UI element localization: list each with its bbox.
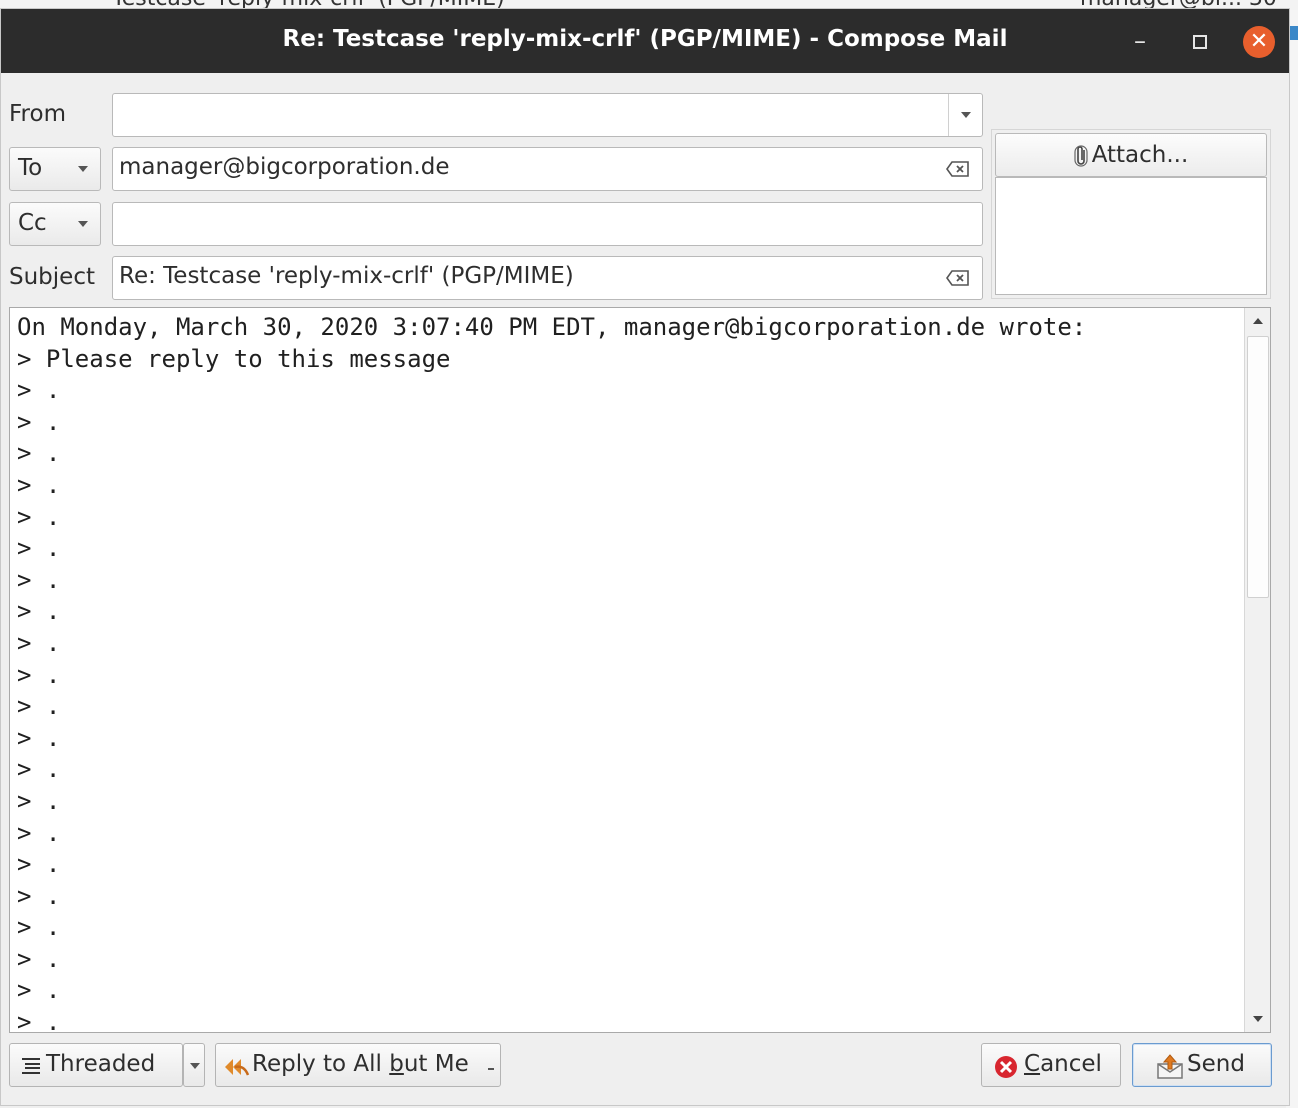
body-line: > Please reply to this message — [17, 344, 451, 373]
send-label: Send — [1187, 1051, 1245, 1077]
reply-all-mnemonic: b — [389, 1051, 404, 1077]
close-button[interactable]: ✕ — [1243, 26, 1275, 58]
body-line: > . — [17, 660, 61, 689]
body-line: > . — [17, 913, 61, 942]
from-label: From — [9, 101, 66, 127]
body-line: > . — [17, 439, 61, 468]
subject-label: Subject — [9, 264, 95, 290]
compose-window: Re: Testcase 'reply-mix-crlf' (PGP/MIME)… — [0, 8, 1290, 1106]
chevron-down-icon — [190, 1063, 200, 1069]
subject-value: Re: Testcase 'reply-mix-crlf' (PGP/MIME) — [119, 263, 574, 289]
attach-button[interactable]: Attach... — [995, 133, 1267, 177]
threaded-button[interactable]: Threaded — [9, 1043, 183, 1087]
body-line: > . — [17, 944, 61, 973]
from-combo[interactable] — [112, 93, 983, 137]
cc-type-combo[interactable]: Cc — [9, 202, 101, 246]
body-line: > . — [17, 597, 61, 626]
cc-type-label: Cc — [18, 210, 47, 236]
reply-all-label-end: ut Me — [403, 1051, 469, 1077]
chevron-down-icon — [78, 166, 88, 172]
body-line: > . — [17, 502, 61, 531]
minimize-button[interactable]: – — [1125, 26, 1155, 56]
body-line: > . — [17, 786, 61, 815]
body-line: > . — [17, 723, 61, 752]
reply-all-icon — [225, 1059, 250, 1076]
message-body-text[interactable]: On Monday, March 30, 2020 3:07:40 PM EDT… — [17, 312, 1242, 1033]
reply-all-label-start: Reply to All — [252, 1051, 390, 1077]
to-type-combo[interactable]: To — [9, 147, 101, 191]
chevron-down-icon — [961, 112, 971, 118]
clear-text-icon[interactable] — [946, 270, 970, 286]
cancel-mnemonic: C — [1024, 1051, 1041, 1077]
threaded-dropdown-button[interactable] — [183, 1043, 205, 1087]
clear-text-icon[interactable] — [946, 161, 970, 177]
scroll-down-icon[interactable] — [1253, 1016, 1263, 1022]
message-body-editor[interactable]: On Monday, March 30, 2020 3:07:40 PM EDT… — [9, 307, 1271, 1033]
body-line: > . — [17, 565, 61, 594]
send-button[interactable]: Send — [1132, 1043, 1272, 1087]
scroll-up-icon[interactable] — [1253, 318, 1263, 324]
body-line: > . — [17, 470, 61, 499]
maximize-button[interactable] — [1185, 26, 1215, 56]
threaded-label: Threaded — [46, 1051, 156, 1077]
body-line: > . — [17, 534, 61, 563]
attach-label: Attach... — [1091, 142, 1189, 168]
to-value: manager@bigcorporation.de — [119, 154, 450, 180]
body-line: > . — [17, 692, 61, 721]
scrollbar-thumb[interactable] — [1247, 336, 1269, 598]
from-dropdown-button[interactable] — [948, 94, 982, 136]
title-bar[interactable]: Re: Testcase 'reply-mix-crlf' (PGP/MIME)… — [1, 9, 1289, 73]
dropdown-indicator-icon — [488, 1068, 494, 1070]
body-line: > . — [17, 881, 61, 910]
body-line: > . — [17, 818, 61, 847]
threaded-list-icon — [22, 1058, 40, 1074]
cancel-label-rest: ancel — [1040, 1051, 1102, 1077]
body-line: > . — [17, 628, 61, 657]
send-icon — [1157, 1054, 1183, 1079]
body-line: > . — [17, 1008, 61, 1033]
chevron-down-icon — [78, 221, 88, 227]
subject-field[interactable]: Re: Testcase 'reply-mix-crlf' (PGP/MIME) — [112, 256, 983, 300]
window-title: Re: Testcase 'reply-mix-crlf' (PGP/MIME)… — [282, 26, 1008, 52]
body-line: On Monday, March 30, 2020 3:07:40 PM EDT… — [17, 313, 1087, 341]
attachment-list[interactable] — [995, 177, 1267, 295]
body-line: > . — [17, 976, 61, 1005]
paperclip-icon — [1074, 144, 1088, 167]
maximize-icon — [1193, 35, 1207, 49]
to-type-label: To — [18, 155, 43, 181]
cancel-button[interactable]: Cancel — [981, 1043, 1121, 1087]
reply-to-all-but-me-button[interactable]: Reply to All but Me — [215, 1043, 501, 1087]
cc-field[interactable] — [112, 202, 983, 246]
body-line: > . — [17, 407, 61, 436]
body-scrollbar[interactable] — [1244, 308, 1270, 1032]
body-line: > . — [17, 376, 61, 405]
cancel-icon — [995, 1056, 1017, 1078]
body-line: > . — [17, 850, 61, 879]
to-field[interactable]: manager@bigcorporation.de — [112, 147, 983, 191]
body-line: > . — [17, 755, 61, 784]
